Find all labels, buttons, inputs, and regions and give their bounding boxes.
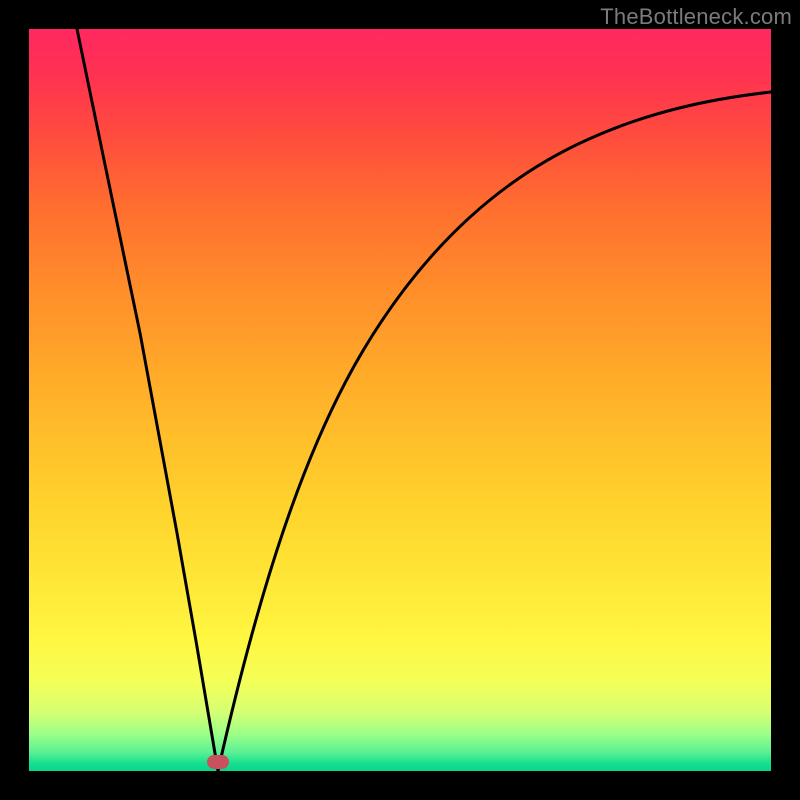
bottleneck-curve (29, 29, 771, 771)
chart-frame: TheBottleneck.com (0, 0, 800, 800)
plot-area (29, 29, 771, 771)
min-point-marker (207, 755, 229, 769)
watermark-text: TheBottleneck.com (600, 4, 792, 30)
